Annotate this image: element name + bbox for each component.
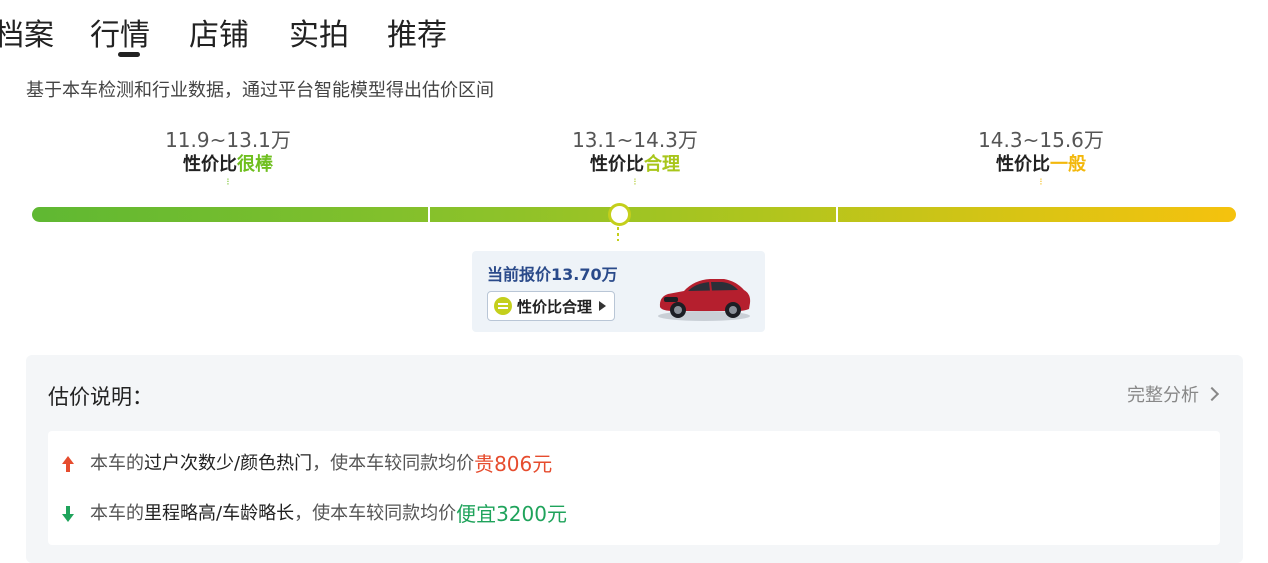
price-impact: 贵806元 xyxy=(474,452,553,476)
price-impact: 便宜3200元 xyxy=(456,502,567,526)
range-verdict: 性价比合理 xyxy=(515,153,755,177)
price-range-great: 11.9~13.1万 性价比很棒 ⁝ xyxy=(108,127,348,189)
full-analysis-label: 完整分析 xyxy=(1127,385,1199,406)
verdict-label: 性价比合理 xyxy=(517,297,593,316)
marker-connector xyxy=(617,227,619,241)
car-thumbnail xyxy=(658,279,751,321)
reason-factor: 过户次数少/颜色热门 xyxy=(144,453,313,474)
arrow-down-icon xyxy=(62,506,74,522)
active-tab-indicator xyxy=(118,52,140,57)
explanation-title: 估价说明： xyxy=(48,385,153,409)
valuation-subtitle: 基于本车检测和行业数据，通过平台智能模型得出估价区间 xyxy=(26,80,494,101)
verdict-rating: 合理 xyxy=(644,154,680,175)
valuation-explanation-panel: 估价说明： 完整分析 本车的 过户次数少/颜色热门 ，使本车较同款均价 贵806… xyxy=(26,355,1243,563)
tab-store[interactable]: 店铺 xyxy=(189,14,249,58)
range-price: 11.9~13.1万 xyxy=(165,128,291,152)
range-price: 14.3~15.6万 xyxy=(978,128,1104,152)
chevron-right-icon xyxy=(1204,386,1220,402)
range-verdict: 性价比一般 xyxy=(921,153,1161,177)
value-verdict-button[interactable]: 性价比合理 xyxy=(487,291,616,321)
reason-list: 本车的 过户次数少/颜色热门 ，使本车较同款均价 贵806元 本车的 里程略高/… xyxy=(48,431,1220,545)
range-verdict: 性价比很棒 xyxy=(108,153,348,177)
verdict-prefix: 性价比 xyxy=(996,154,1050,175)
list-item: 本车的 里程略高/车龄略长 ，使本车较同款均价 便宜3200元 xyxy=(60,501,567,527)
current-price-marker xyxy=(608,203,631,226)
reason-text: 本车的 xyxy=(90,453,144,474)
current-quote-title: 当前报价13.70万 xyxy=(487,265,618,284)
list-item: 本车的 过户次数少/颜色热门 ，使本车较同款均价 贵806元 xyxy=(60,451,552,477)
verdict-prefix: 性价比 xyxy=(183,154,237,175)
range-tick: ⁝ xyxy=(633,177,637,188)
price-range-average: 14.3~15.6万 性价比一般 ⁝ xyxy=(921,127,1161,189)
reason-text: ，使本车较同款均价 xyxy=(294,503,457,524)
reason-text: ，使本车较同款均价 xyxy=(312,453,475,474)
range-tick: ⁝ xyxy=(1039,177,1043,188)
arrow-up-icon xyxy=(62,456,74,472)
tab-archive[interactable]: 档案 xyxy=(0,14,54,58)
verdict-rating: 一般 xyxy=(1050,154,1086,175)
verdict-rating: 很棒 xyxy=(237,154,273,175)
current-quote-card: 当前报价13.70万 性价比合理 xyxy=(472,251,765,332)
price-range-fair: 13.1~14.3万 性价比合理 ⁝ xyxy=(515,127,755,189)
bar-divider xyxy=(836,207,838,222)
reason-factor: 里程略高/车龄略长 xyxy=(144,503,295,524)
play-arrow-icon xyxy=(599,301,607,311)
verdict-prefix: 性价比 xyxy=(590,154,644,175)
price-gradient-bar xyxy=(32,207,1236,222)
full-analysis-link[interactable]: 完整分析 xyxy=(1127,381,1220,407)
equal-icon xyxy=(494,297,512,315)
bar-divider xyxy=(428,207,430,222)
range-price: 13.1~14.3万 xyxy=(572,128,698,152)
range-tick: ⁝ xyxy=(226,177,230,188)
tab-recommend[interactable]: 推荐 xyxy=(387,14,447,58)
reason-text: 本车的 xyxy=(90,503,144,524)
tab-photos[interactable]: 实拍 xyxy=(289,14,349,58)
